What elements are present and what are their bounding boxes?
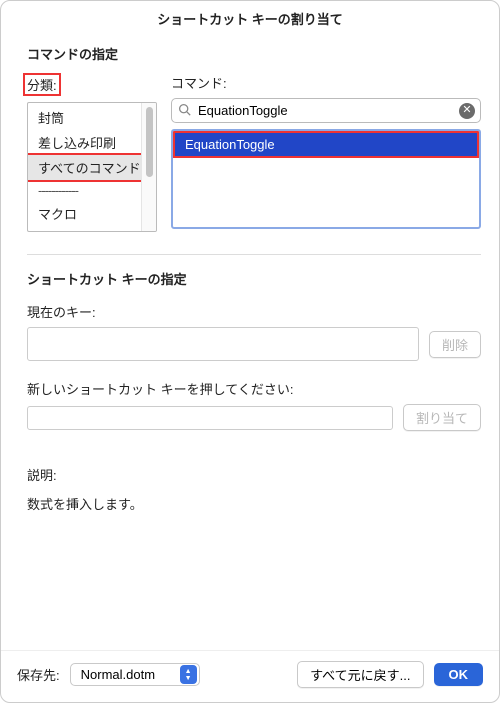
description-block: 説明: 数式を挿入します。 [27, 465, 481, 513]
dialog-content: コマンドの指定 分類: 封筒 差し込み印刷 すべてのコマンド ---------… [1, 34, 499, 650]
current-keys-field[interactable] [27, 327, 419, 361]
description-text: 数式を挿入します。 [27, 494, 481, 513]
clear-icon[interactable]: ✕ [459, 103, 475, 119]
scrollbar-thumb[interactable] [146, 107, 153, 177]
save-to-select-wrap: Normal.dotm ▲▼ [70, 663, 200, 686]
list-item-selected[interactable]: すべてのコマンド [28, 155, 141, 180]
window-title: ショートカット キーの割り当て [1, 1, 499, 34]
footer: 保存先: Normal.dotm ▲▼ すべて元に戻す... OK [1, 650, 499, 702]
separator [27, 254, 481, 255]
delete-button[interactable]: 削除 [429, 331, 481, 358]
new-key-label: 新しいショートカット キーを押してください: [27, 379, 481, 398]
category-list-inner: 封筒 差し込み印刷 すべてのコマンド ------------ マクロ フォント… [28, 103, 141, 231]
category-listbox[interactable]: 封筒 差し込み印刷 すべてのコマンド ------------ マクロ フォント… [27, 102, 157, 232]
reset-all-button[interactable]: すべて元に戻す... [297, 661, 423, 688]
upper-panel: 分類: 封筒 差し込み印刷 すべてのコマンド ------------ マクロ … [27, 73, 481, 232]
category-column: 分類: 封筒 差し込み印刷 すべてのコマンド ------------ マクロ … [27, 73, 157, 232]
command-search-input[interactable] [171, 98, 481, 123]
category-selected-highlight: すべてのコマンド [28, 153, 141, 182]
save-to-label: 保存先: [17, 665, 60, 684]
list-item[interactable]: フォント [28, 226, 141, 231]
search-icon [178, 103, 191, 119]
command-section-label: コマンドの指定 [27, 44, 481, 63]
shortcut-section-label: ショートカット キーの指定 [27, 269, 481, 288]
dialog-window: ショートカット キーの割り当て コマンドの指定 分類: 封筒 差し込み印刷 すべ… [0, 0, 500, 703]
description-label: 説明: [27, 465, 481, 484]
new-key-row: 割り当て [27, 404, 481, 431]
list-item[interactable]: マクロ [28, 201, 141, 226]
new-key-field[interactable] [27, 406, 393, 430]
current-keys-row: 削除 [27, 327, 481, 361]
category-label: 分類: [27, 73, 157, 96]
command-listbox[interactable]: EquationToggle [171, 129, 481, 229]
scrollbar[interactable] [141, 103, 156, 231]
current-keys-label: 現在のキー: [27, 302, 481, 321]
save-to-select[interactable]: Normal.dotm [70, 663, 200, 686]
command-label: コマンド: [171, 73, 481, 92]
assign-button[interactable]: 割り当て [403, 404, 481, 431]
ok-button[interactable]: OK [434, 663, 484, 686]
command-item-selected[interactable]: EquationToggle [175, 133, 477, 156]
category-label-highlight: 分類: [23, 73, 61, 96]
list-item[interactable]: 差し込み印刷 [28, 130, 141, 155]
list-item[interactable]: 封筒 [28, 105, 141, 130]
command-selected-highlight: EquationToggle [173, 131, 479, 158]
search-wrap: ✕ [171, 98, 481, 123]
command-column: コマンド: ✕ EquationToggle [171, 73, 481, 232]
list-separator: ------------ [28, 180, 141, 201]
